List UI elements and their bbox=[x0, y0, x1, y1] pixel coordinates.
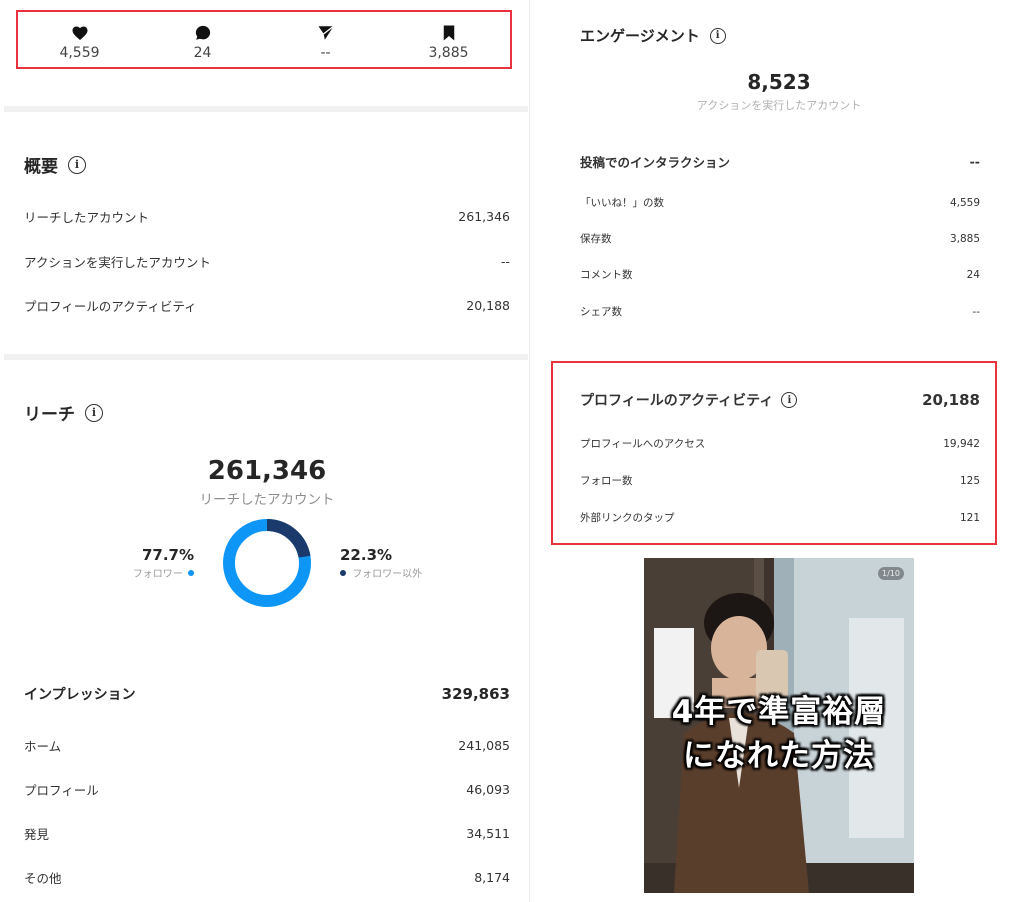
followers-pct: 77.7% bbox=[141, 546, 194, 564]
interactions-row: 保存数 3,885 bbox=[580, 231, 980, 246]
impressions-header: インプレッション 329,863 bbox=[24, 684, 510, 704]
impressions-title: インプレッション bbox=[24, 687, 136, 703]
section-divider bbox=[4, 354, 528, 360]
row-label: ホーム bbox=[24, 739, 62, 754]
reach-total-label: リーチしたアカウント bbox=[199, 492, 335, 508]
followers-label-row: フォロワー bbox=[120, 565, 194, 580]
likes-stat[interactable]: 4,559 bbox=[18, 12, 141, 67]
info-icon[interactable]: i bbox=[709, 27, 726, 44]
row-label: コメント数 bbox=[580, 269, 633, 281]
impressions-row: 発見 34,511 bbox=[24, 824, 510, 843]
impressions-row: その他 8,174 bbox=[24, 868, 510, 887]
row-label: プロフィールのアクティビティ bbox=[24, 299, 197, 314]
reach-total: 261,346 bbox=[207, 456, 327, 486]
shares-count: -- bbox=[320, 45, 331, 61]
shares-stat[interactable]: -- bbox=[264, 12, 387, 67]
impressions-row: ホーム 241,085 bbox=[24, 736, 510, 755]
profile-activity-title-group: プロフィールのアクティビティ i bbox=[580, 390, 798, 410]
engagement-title-text: エンゲージメント bbox=[580, 27, 700, 45]
comment-icon bbox=[195, 25, 210, 40]
carousel-page-indicator: 1/10 bbox=[878, 567, 904, 580]
section-divider bbox=[4, 106, 528, 112]
saves-count: 3,885 bbox=[428, 45, 469, 61]
profile-activity-row: 外部リンクのタップ 121 bbox=[580, 510, 980, 525]
reach-donut-chart bbox=[223, 519, 311, 607]
comments-stat[interactable]: 24 bbox=[141, 12, 264, 67]
row-label: フォロー数 bbox=[580, 475, 633, 487]
profile-activity-title: プロフィールのアクティビティ bbox=[580, 393, 774, 409]
reach-title-text: リーチ bbox=[24, 405, 75, 425]
row-value: 8,174 bbox=[474, 870, 510, 885]
row-value: -- bbox=[972, 305, 980, 318]
info-icon[interactable]: i bbox=[85, 403, 103, 422]
row-label: プロフィールへのアクセス bbox=[580, 438, 706, 450]
row-label: プロフィール bbox=[24, 783, 99, 798]
row-value: 20,188 bbox=[466, 298, 510, 313]
overview-row: プロフィールのアクティビティ 20,188 bbox=[24, 296, 510, 315]
profile-activity-header: プロフィールのアクティビティ i 20,188 bbox=[580, 390, 980, 410]
interactions-header: 投稿でのインタラクション -- bbox=[580, 152, 980, 171]
row-value: 261,346 bbox=[458, 209, 510, 224]
post-thumbnail[interactable]: 1/10 4年で準富裕層 になれた方法 bbox=[644, 558, 914, 893]
nonfollowers-pct: 22.3% bbox=[340, 546, 393, 564]
post-caption-line2: になれた方法 bbox=[683, 738, 875, 774]
row-label: 外部リンクのタップ bbox=[580, 512, 675, 524]
overview-title: 概要 i bbox=[24, 152, 86, 177]
row-label: 発見 bbox=[24, 827, 50, 842]
comments-count: 24 bbox=[193, 45, 212, 61]
post-caption-line1: 4年で準富裕層 bbox=[671, 694, 887, 730]
row-value: 125 bbox=[959, 474, 980, 487]
interactions-row: シェア数 -- bbox=[580, 304, 980, 319]
post-stats-bar: 4,559 24 -- 3,885 bbox=[16, 10, 512, 69]
row-value: 19,942 bbox=[943, 437, 980, 450]
row-label: シェア数 bbox=[580, 306, 622, 318]
nonfollowers-label-row: フォロワー以外 bbox=[340, 565, 450, 580]
row-value: 46,093 bbox=[466, 782, 510, 797]
followers-label: フォロワー bbox=[132, 569, 183, 580]
overview-row: アクションを実行したアカウント -- bbox=[24, 252, 510, 271]
profile-activity-row: フォロー数 125 bbox=[580, 473, 980, 488]
row-value: 4,559 bbox=[949, 196, 980, 209]
row-value: -- bbox=[500, 254, 510, 269]
row-label: その他 bbox=[24, 871, 62, 886]
interactions-value: -- bbox=[969, 154, 980, 169]
row-value: 34,511 bbox=[466, 826, 510, 841]
row-label: アクションを実行したアカウント bbox=[24, 255, 211, 270]
followers-legend: 77.7% フォロワー bbox=[120, 546, 194, 580]
row-label: リーチしたアカウント bbox=[24, 210, 150, 225]
row-value: 24 bbox=[966, 268, 980, 281]
profile-activity-total: 20,188 bbox=[922, 391, 980, 409]
reach-title: リーチ i bbox=[24, 400, 103, 425]
interactions-title: 投稿でのインタラクション bbox=[580, 155, 731, 170]
row-value: 241,085 bbox=[458, 738, 510, 753]
impressions-total: 329,863 bbox=[441, 685, 510, 703]
overview-title-text: 概要 bbox=[24, 157, 58, 177]
info-icon[interactable]: i bbox=[781, 392, 798, 408]
info-icon[interactable]: i bbox=[68, 155, 86, 174]
row-value: 121 bbox=[959, 511, 980, 524]
impressions-row: プロフィール 46,093 bbox=[24, 780, 510, 799]
engagement-total-label: アクションを実行したアカウント bbox=[696, 99, 862, 112]
heart-icon bbox=[72, 26, 87, 40]
followers-dot bbox=[188, 570, 194, 576]
nonfollowers-dot bbox=[340, 570, 346, 576]
nonfollowers-label: フォロワー以外 bbox=[352, 569, 423, 580]
row-value: 3,885 bbox=[949, 232, 980, 245]
interactions-row: 「いいね！」の数 4,559 bbox=[580, 195, 980, 210]
saves-stat[interactable]: 3,885 bbox=[387, 12, 510, 67]
overview-row: リーチしたアカウント 261,346 bbox=[24, 207, 510, 226]
engagement-total: 8,523 bbox=[747, 70, 811, 94]
left-panel bbox=[0, 0, 530, 902]
nonfollowers-legend: 22.3% フォロワー以外 bbox=[340, 546, 450, 580]
row-label: 「いいね！」の数 bbox=[580, 197, 664, 209]
row-label: 保存数 bbox=[580, 233, 612, 245]
profile-activity-row: プロフィールへのアクセス 19,942 bbox=[580, 436, 980, 451]
likes-count: 4,559 bbox=[59, 45, 100, 61]
bookmark-icon bbox=[443, 25, 454, 41]
engagement-title: エンゲージメント i bbox=[580, 25, 726, 46]
interactions-row: コメント数 24 bbox=[580, 267, 980, 282]
share-icon bbox=[318, 25, 334, 40]
